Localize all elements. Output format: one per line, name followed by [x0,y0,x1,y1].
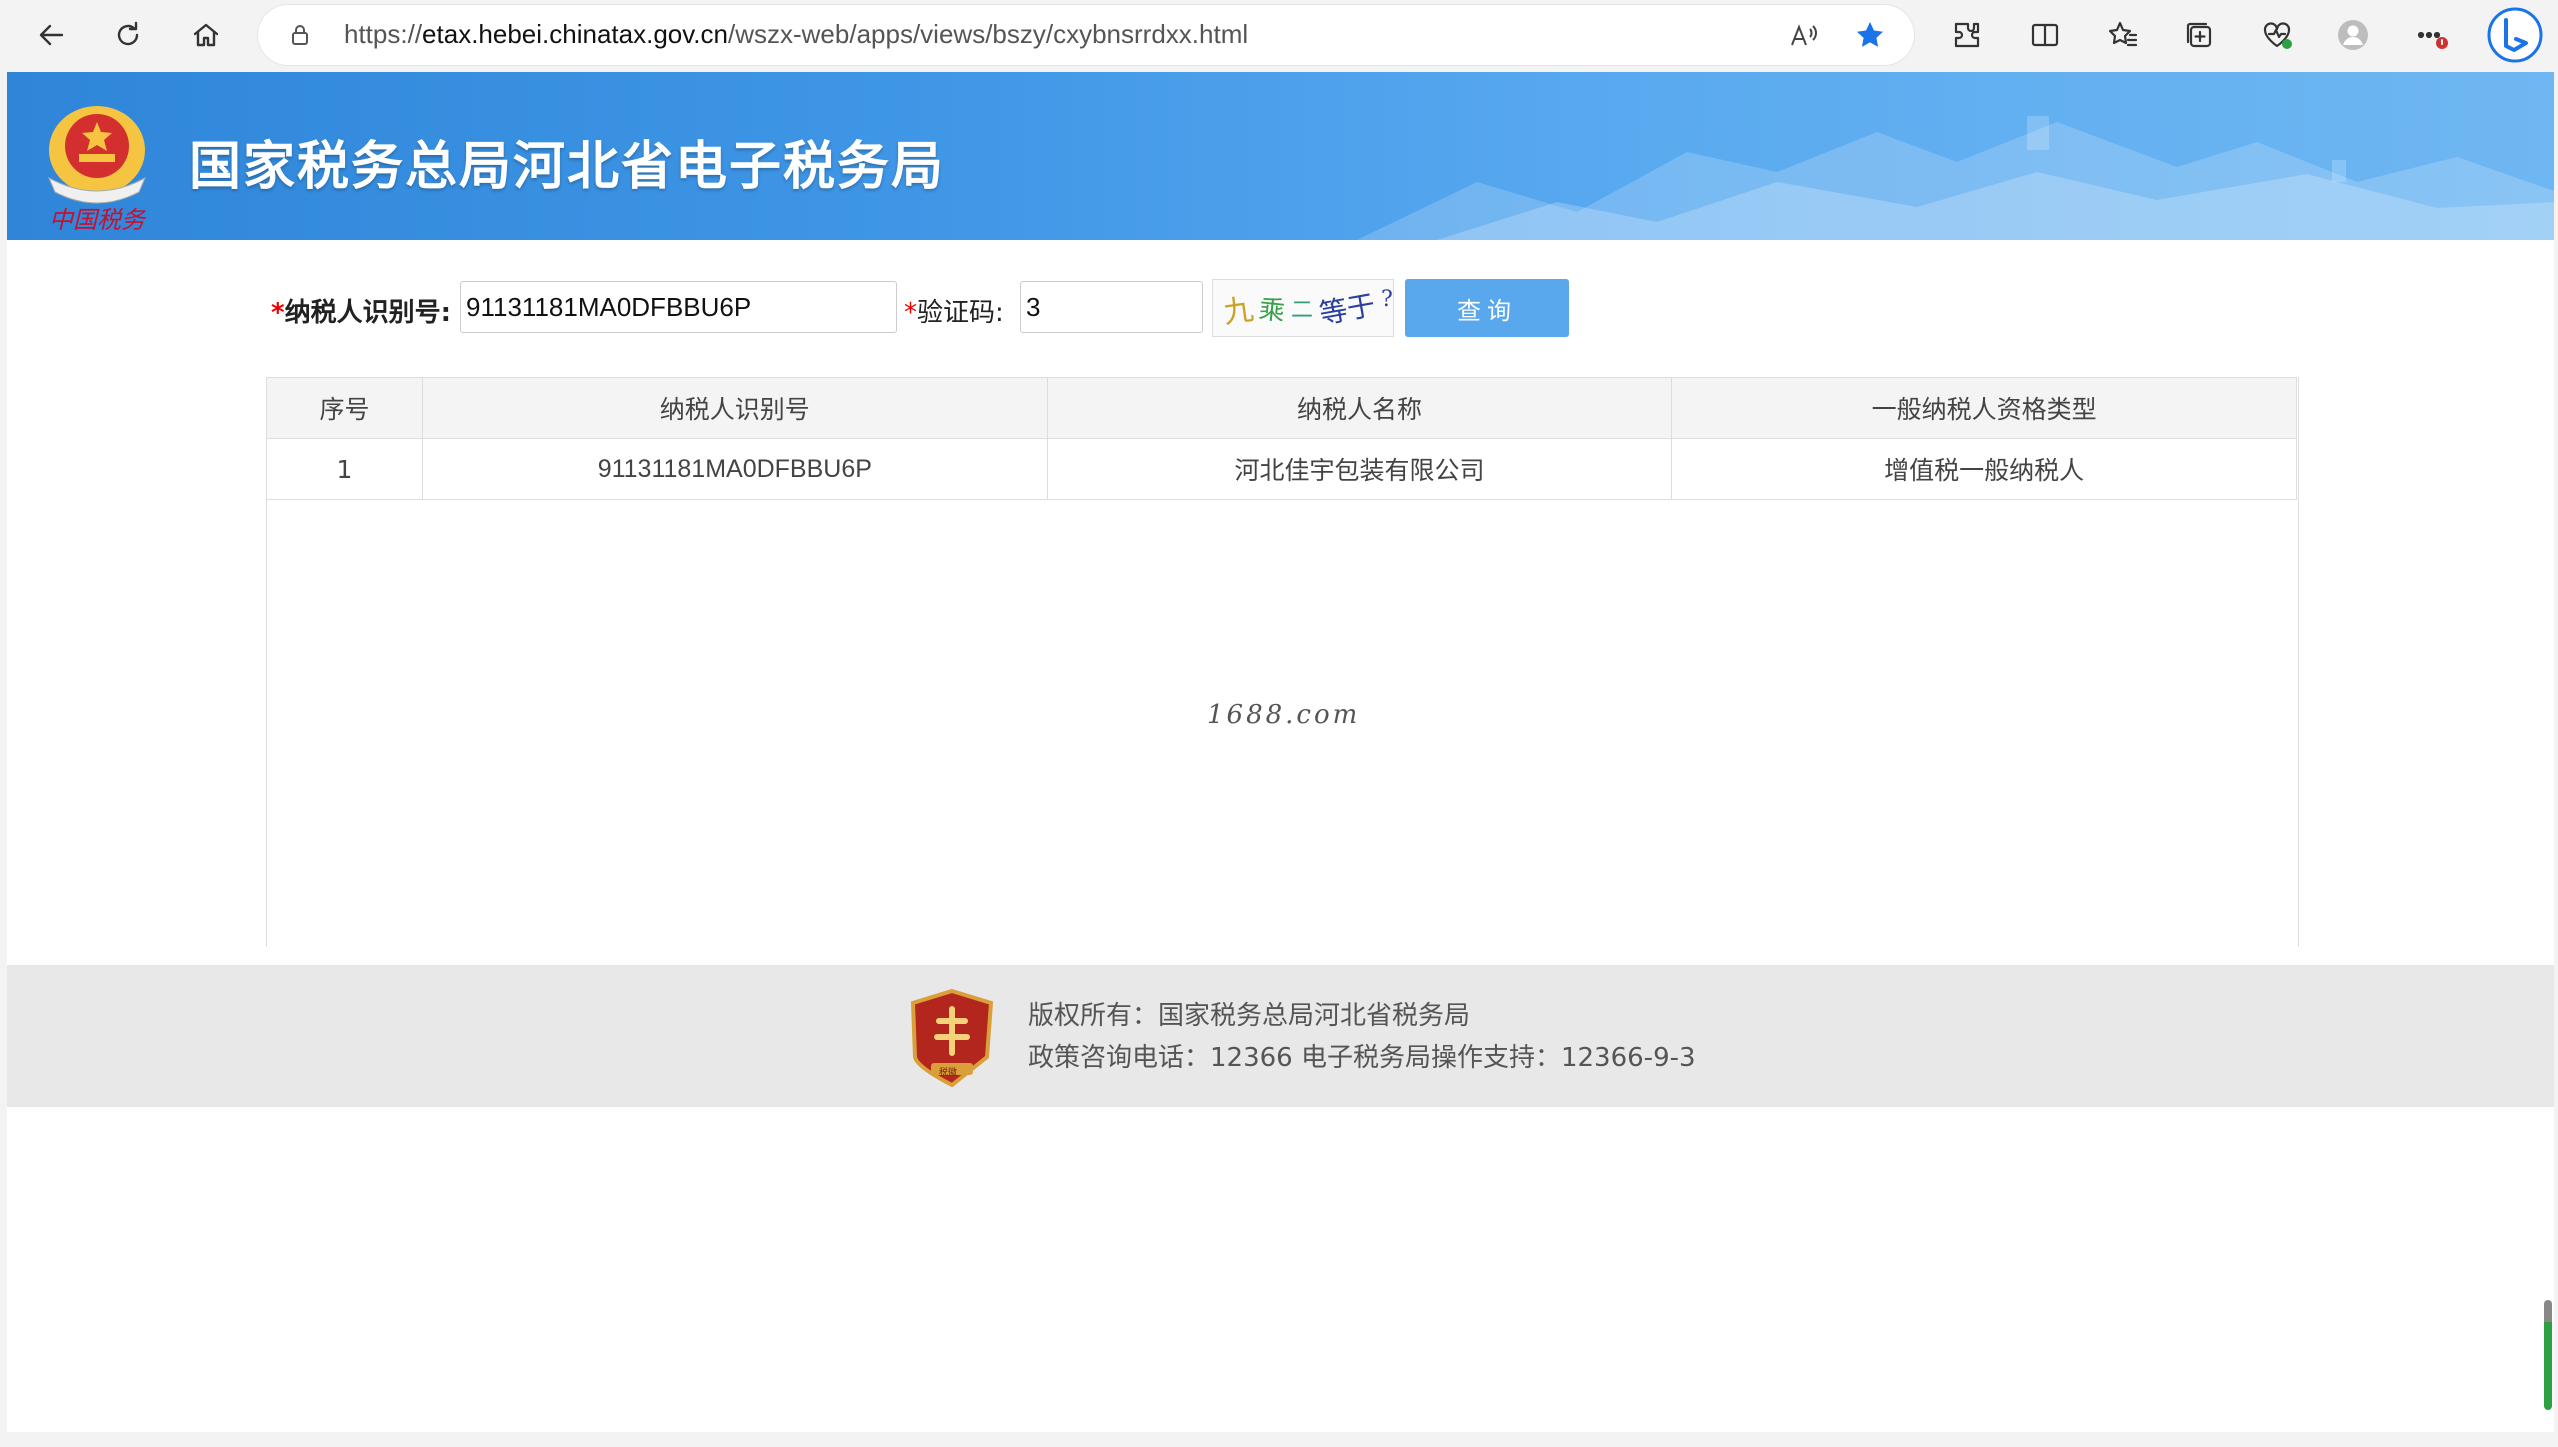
captcha-label: *验证码: [904,292,1004,329]
column-header-qualification-type: 一般纳税人资格类型 [1671,377,2297,439]
lock-icon[interactable] [288,23,312,47]
table-header-row: 序号 纳税人识别号 纳税人名称 一般纳税人资格类型 [266,377,2297,439]
required-mark: * [904,298,917,328]
page-scrollbar[interactable] [2544,1300,2552,1410]
watermark-text: 1688.com [1207,700,1361,730]
split-screen-icon[interactable] [2028,18,2062,52]
arrow-left-icon [39,24,64,46]
refresh-icon [117,21,139,46]
tax-badge-logo: 税徽 [907,987,997,1088]
refresh-button[interactable] [104,11,152,59]
favorite-star-icon[interactable] [1854,19,1886,51]
column-header-taxpayer-id: 纳税人识别号 [421,377,1048,439]
captcha-char: 乘 [1257,294,1287,327]
collections-icon[interactable] [2182,18,2216,52]
site-footer: 税徽 版权所有：国家税务总局河北省税务局 政策咨询电话：12366 电子税务局操… [7,965,2554,1107]
taxpayer-id-label: *纳税人识别号: [271,292,451,329]
cell-taxpayer-id: 91131181MA0DFBBU6P [421,438,1048,500]
required-mark: * [271,298,285,328]
extensions-icon[interactable] [1950,18,1984,52]
footer-copyright: 版权所有：国家税务总局河北省税务局 [1028,1001,1471,1031]
browser-essentials-icon[interactable] [2260,18,2294,52]
footer-contact: 政策咨询电话：12366 电子税务局操作支持：12366-9-3 [1028,1043,1696,1073]
results-table-container: 序号 纳税人识别号 纳税人名称 一般纳税人资格类型 1 91131181MA0D… [266,377,2299,947]
browser-toolbar: https://etax.hebei.chinatax.gov.cn/wszx-… [0,0,2558,70]
more-menu-icon[interactable] [2414,18,2448,52]
home-icon [193,23,219,47]
captcha-image[interactable]: 九 乘 二 等于 ? [1212,279,1394,337]
cell-qualification-type: 增值税一般纳税人 [1671,438,2297,500]
favorites-icon[interactable] [2106,18,2140,52]
captcha-label-text: 验证码: [917,298,1004,328]
emblem-calligraphy: 中国税务 [49,206,145,234]
taxpayer-id-label-text: 纳税人识别号: [284,298,452,328]
url-path: /wszx-web/apps/views/bszy/cxybnsrrdxx.ht… [728,19,1249,49]
address-bar[interactable]: https://etax.hebei.chinatax.gov.cn/wszx-… [258,5,1914,65]
captcha-char: 九 [1221,292,1256,331]
captcha-char: ? [1381,286,1393,312]
table-row: 1 91131181MA0DFBBU6P 河北佳宇包装有限公司 增值税一般纳税人 [266,438,2297,500]
cell-index: 1 [266,438,423,500]
site-banner: 中国税务 国家税务总局河北省电子税务局 [7,72,2554,240]
query-button[interactable]: 查询 [1405,279,1569,337]
site-title: 国家税务总局河北省电子税务局 [189,137,946,197]
great-wall-graphic [1357,116,2554,240]
taxpayer-id-input[interactable]: 91131181MA0DFBBU6P [460,281,897,333]
url-text[interactable]: https://etax.hebei.chinatax.gov.cn/wszx-… [344,19,1248,50]
captcha-char: 二 [1291,298,1314,323]
column-header-taxpayer-name: 纳税人名称 [1046,377,1673,439]
captcha-char: 等于 [1316,288,1378,331]
home-button[interactable] [182,11,230,59]
profile-avatar-icon[interactable] [2336,18,2370,52]
results-table: 序号 纳税人识别号 纳税人名称 一般纳税人资格类型 1 91131181MA0D… [266,377,2297,500]
read-aloud-icon[interactable] [1788,19,1820,51]
url-host: etax.hebei.chinatax.gov.cn [422,19,728,49]
captcha-input[interactable]: 3 [1020,281,1203,333]
cell-taxpayer-name: 河北佳宇包装有限公司 [1046,438,1673,500]
url-prefix: https:// [344,19,423,49]
tax-emblem-logo: 中国税务 [39,92,155,234]
back-button[interactable] [28,11,76,59]
column-header-index: 序号 [266,377,423,439]
copilot-icon[interactable] [2486,6,2544,64]
page-content: 中国税务 国家税务总局河北省电子税务局 *纳税人识别号: 91131181MA0… [7,72,2554,1432]
footer-logo-label: 税徽 [939,1068,958,1078]
